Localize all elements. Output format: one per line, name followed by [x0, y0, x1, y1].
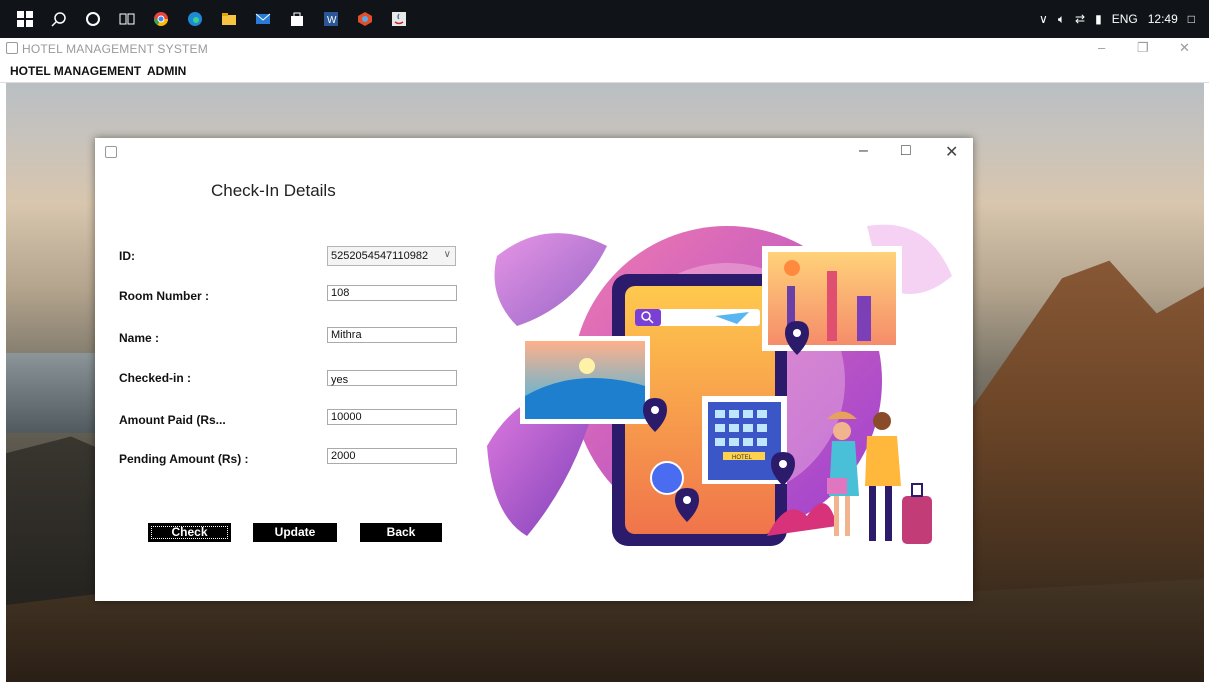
file-explorer-icon[interactable]	[212, 0, 246, 38]
svg-text:W: W	[327, 15, 337, 26]
checked-in-field[interactable]: yes	[327, 370, 457, 386]
back-button[interactable]: Back	[360, 523, 442, 542]
dialog-close-icon[interactable]: ✕	[945, 142, 958, 162]
menu-admin[interactable]: ADMIN	[147, 64, 186, 78]
mail-icon[interactable]	[246, 0, 280, 38]
task-view-icon[interactable]	[110, 0, 144, 38]
taskbar-icons: W	[8, 0, 416, 38]
java-app-icon	[6, 42, 18, 54]
language-indicator[interactable]: ENG	[1112, 12, 1138, 26]
app-title-bar: HOTEL MANAGEMENT SYSTEM – ❐ ✕	[0, 38, 1209, 60]
volume-icon[interactable]: 🔈︎	[1058, 12, 1065, 27]
hotel-sign-text: HOTEL	[732, 455, 753, 461]
store-icon[interactable]	[280, 0, 314, 38]
cortana-icon[interactable]	[76, 0, 110, 38]
name-field[interactable]: Mithra	[327, 327, 457, 343]
label-id: ID:	[119, 249, 135, 263]
id-value: 5252054547110982	[331, 250, 429, 262]
menu-bar: HOTEL MANAGEMENT ADMIN	[0, 60, 1209, 83]
clock[interactable]: 12:49	[1148, 12, 1178, 26]
label-name: Name :	[119, 331, 160, 345]
battery-icon[interactable]: ▮	[1095, 12, 1102, 26]
close-icon[interactable]: ✕	[1179, 40, 1190, 56]
label-room-number: Room Number :	[119, 289, 209, 303]
dialog-heading: Check-In Details	[211, 181, 336, 200]
search-icon[interactable]	[42, 0, 76, 38]
amount-paid-field[interactable]: 10000	[327, 409, 457, 425]
dialog-minimize-icon[interactable]: –	[859, 142, 868, 160]
chrome-icon[interactable]	[144, 0, 178, 38]
checkin-dialog: – □ ✕ Check-In Details ID: 5252054547110…	[95, 138, 973, 601]
taskbar: W ∨ 🔈︎ ⇄ ▮ ENG 12:49 □	[0, 0, 1209, 38]
app-title: HOTEL MANAGEMENT SYSTEM	[22, 42, 208, 56]
app-icon[interactable]	[348, 0, 382, 38]
java-icon[interactable]	[382, 0, 416, 38]
label-amount-paid: Amount Paid (Rs...	[119, 413, 226, 427]
network-icon[interactable]: ⇄	[1075, 12, 1085, 26]
notifications-icon[interactable]: □	[1188, 12, 1195, 26]
restore-icon[interactable]: ❐	[1137, 40, 1149, 56]
edge-icon[interactable]	[178, 0, 212, 38]
pending-amount-field[interactable]: 2000	[327, 448, 457, 464]
travel-illustration: HOTEL	[487, 224, 952, 546]
dialog-java-icon	[105, 146, 117, 158]
id-combobox[interactable]: 5252054547110982 ∨	[327, 246, 456, 266]
system-tray: ∨ 🔈︎ ⇄ ▮ ENG 12:49 □	[1039, 0, 1195, 38]
dialog-maximize-icon[interactable]: □	[901, 142, 911, 160]
word-icon[interactable]: W	[314, 0, 348, 38]
label-checked-in: Checked-in :	[119, 371, 192, 385]
chevron-down-icon[interactable]: ∨	[444, 249, 451, 260]
update-button[interactable]: Update	[253, 523, 337, 542]
label-pending-amount: Pending Amount (Rs) :	[119, 452, 249, 466]
minimize-icon[interactable]: –	[1098, 40, 1105, 55]
room-number-field[interactable]: 108	[327, 285, 457, 301]
check-button[interactable]: Check	[148, 523, 231, 542]
windows-start-icon[interactable]	[8, 0, 42, 38]
chevron-up-icon[interactable]: ∨	[1039, 12, 1048, 26]
menu-hotel-management[interactable]: HOTEL MANAGEMENT	[10, 64, 141, 78]
